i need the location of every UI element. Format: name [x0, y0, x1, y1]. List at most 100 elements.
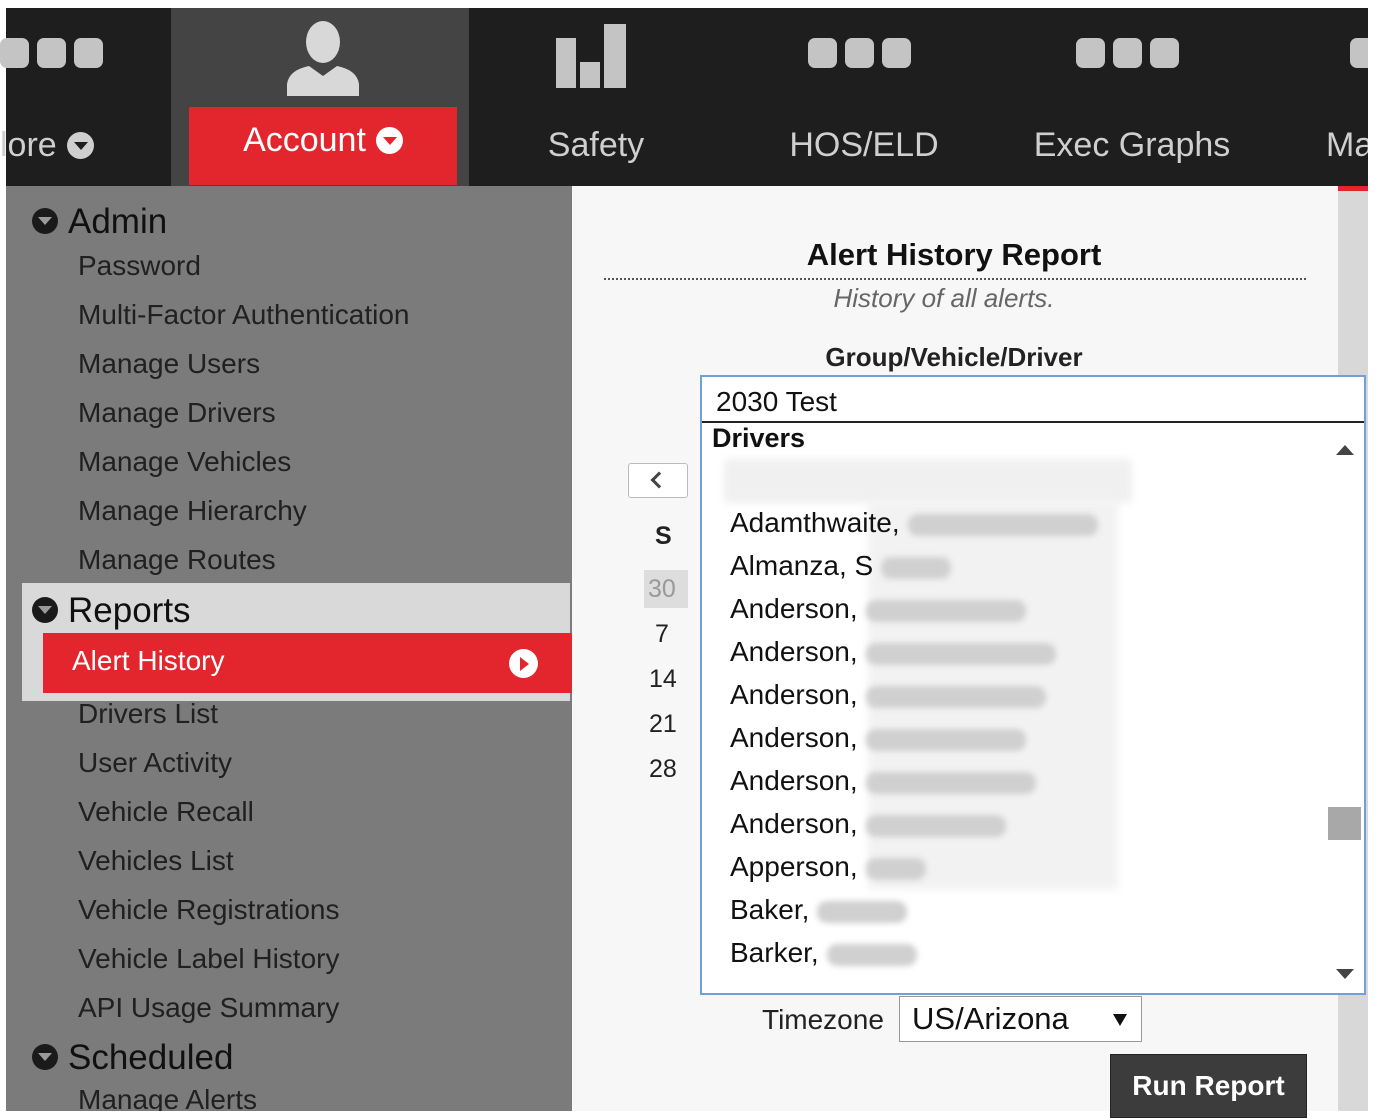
- driver-option[interactable]: Adamthwaite,: [730, 507, 1098, 539]
- user-icon: [287, 21, 359, 96]
- redacted-text: [865, 814, 1006, 837]
- section-reports[interactable]: Reports: [32, 591, 191, 631]
- dropdown-arrow-icon: [1113, 1014, 1127, 1026]
- section-scheduled-title: Scheduled: [68, 1038, 234, 1077]
- driver-option[interactable]: Anderson,: [730, 765, 1036, 797]
- report-subtitle: History of all alerts.: [833, 283, 1055, 313]
- driver-option-label: Apperson,: [730, 851, 858, 882]
- chevron-down-icon: [66, 131, 94, 159]
- section-reports-title: Reports: [68, 591, 191, 630]
- driver-option[interactable]: Barker,: [730, 937, 917, 969]
- section-admin[interactable]: Admin: [32, 202, 167, 242]
- driver-option-label: Almanza, S: [730, 550, 874, 581]
- exec-graphs-icon: [1076, 38, 1179, 68]
- menu-item-vehicle-registrations[interactable]: Vehicle Registrations: [78, 894, 339, 926]
- group-vehicle-driver-label: Group/Vehicle/Driver: [825, 342, 1083, 372]
- menu-item-vehicle-recall[interactable]: Vehicle Recall: [78, 796, 254, 828]
- redacted-text: [865, 599, 1026, 622]
- driver-option[interactable]: Anderson,: [730, 808, 1006, 840]
- driver-option-label: Anderson,: [730, 722, 858, 753]
- driver-option-label: Anderson,: [730, 593, 858, 624]
- redacted-text: [865, 771, 1036, 794]
- menu-item-drivers-list[interactable]: Drivers List: [78, 698, 218, 730]
- menu-item-manage-users[interactable]: Manage Users: [78, 348, 260, 380]
- nav-safety[interactable]: Safety: [476, 8, 716, 186]
- redacted-text: [826, 943, 917, 966]
- map-icon: [1350, 38, 1368, 68]
- driver-option[interactable]: Anderson,: [730, 679, 1046, 711]
- menu-item-manage-vehicles[interactable]: Manage Vehicles: [78, 446, 291, 478]
- menu-item-manage-hierarchy[interactable]: Manage Hierarchy: [78, 495, 307, 527]
- driver-option[interactable]: Baker,: [730, 894, 908, 926]
- run-report-button[interactable]: Run Report: [1110, 1054, 1307, 1118]
- redacted-text: [907, 513, 1098, 536]
- calendar-day[interactable]: 21: [649, 710, 677, 739]
- driver-option-label: Adamthwaite,: [730, 507, 900, 538]
- redacted-text: [865, 642, 1056, 665]
- dropdown-scrollbar[interactable]: [1324, 425, 1364, 993]
- driver-option-label: Baker,: [730, 894, 810, 925]
- top-nav: lore Account Safety HOS/ELD Exec Graphs …: [0, 8, 1368, 203]
- scroll-up-icon[interactable]: [1336, 445, 1354, 455]
- report-title: Alert History Report: [806, 237, 1102, 272]
- nav-hos[interactable]: HOS/ELD: [746, 8, 982, 186]
- bar-chart-icon: [556, 24, 626, 88]
- menu-item-mfa[interactable]: Multi-Factor Authentication: [78, 299, 410, 331]
- account-menu: Admin Password Multi-Factor Authenticati…: [6, 186, 572, 1111]
- menu-item-manage-routes[interactable]: Manage Routes: [78, 544, 276, 576]
- nav-hos-label: HOS/ELD: [789, 126, 939, 164]
- menu-item-password[interactable]: Password: [78, 250, 201, 282]
- chevron-down-icon: [32, 596, 58, 623]
- more-icon: [0, 38, 103, 68]
- scroll-down-icon[interactable]: [1336, 969, 1354, 979]
- menu-item-alert-history-label: Alert History: [72, 645, 225, 676]
- driver-option-label: Anderson,: [730, 765, 858, 796]
- hos-icon: [808, 38, 911, 68]
- driver-option[interactable]: Anderson,: [730, 636, 1056, 668]
- section-scheduled[interactable]: Scheduled: [32, 1038, 233, 1078]
- redacted-option[interactable]: [724, 459, 1132, 503]
- chevron-down-icon: [32, 1043, 58, 1070]
- title-divider: [604, 278, 1306, 280]
- nav-account[interactable]: Account: [171, 8, 469, 203]
- timezone-select[interactable]: US/Arizona: [899, 996, 1142, 1042]
- group-vehicle-driver-input[interactable]: 2030 Test: [702, 377, 1364, 423]
- menu-item-manage-drivers[interactable]: Manage Drivers: [78, 397, 276, 429]
- nav-exec-graphs[interactable]: Exec Graphs: [1012, 8, 1252, 186]
- nav-safety-label: Safety: [547, 126, 645, 164]
- calendar-day[interactable]: 7: [655, 620, 669, 649]
- driver-option-label: Anderson,: [730, 679, 858, 710]
- menu-item-user-activity[interactable]: User Activity: [78, 747, 232, 779]
- section-admin-title: Admin: [68, 202, 168, 241]
- nav-more[interactable]: lore: [0, 8, 166, 186]
- nav-map[interactable]: Ma: [1322, 8, 1368, 186]
- calendar-day[interactable]: 30: [644, 570, 688, 608]
- redacted-text: [865, 857, 926, 880]
- scrollbar-thumb[interactable]: [1328, 807, 1361, 840]
- menu-item-api-usage-summary[interactable]: API Usage Summary: [78, 992, 339, 1024]
- calendar-prev-button[interactable]: [628, 463, 688, 498]
- menu-item-vehicles-list[interactable]: Vehicles List: [78, 845, 234, 877]
- nav-map-label: Ma: [1326, 126, 1368, 164]
- driver-option[interactable]: Almanza, S: [730, 550, 952, 582]
- timezone-label: Timezone: [762, 1004, 884, 1035]
- calendar-day[interactable]: 14: [649, 665, 677, 694]
- menu-item-alert-history[interactable]: Alert History: [43, 633, 572, 693]
- dropdown-options: Drivers Adamthwaite, Almanza, S Anderson…: [702, 425, 1324, 993]
- redacted-text: [865, 728, 1026, 751]
- chevron-down-icon: [32, 207, 58, 234]
- group-vehicle-driver-dropdown[interactable]: 2030 Test Drivers Adamthwaite, Almanza, …: [700, 375, 1366, 995]
- driver-option[interactable]: Anderson,: [730, 593, 1026, 625]
- account-button[interactable]: Account: [189, 107, 457, 185]
- driver-option[interactable]: Anderson,: [730, 722, 1026, 754]
- menu-item-vehicle-label-history[interactable]: Vehicle Label History: [78, 943, 339, 975]
- driver-option[interactable]: Apperson,: [730, 851, 926, 883]
- driver-option-label: Anderson,: [730, 808, 858, 839]
- menu-item-manage-alerts[interactable]: Manage Alerts: [78, 1084, 257, 1111]
- nav-account-label: Account: [243, 121, 366, 159]
- calendar-day[interactable]: 28: [649, 755, 677, 784]
- redacted-text: [817, 900, 908, 923]
- option-group-drivers: Drivers: [712, 425, 806, 453]
- nav-exec-label: Exec Graphs: [1033, 126, 1231, 164]
- arrow-right-icon: [509, 649, 538, 678]
